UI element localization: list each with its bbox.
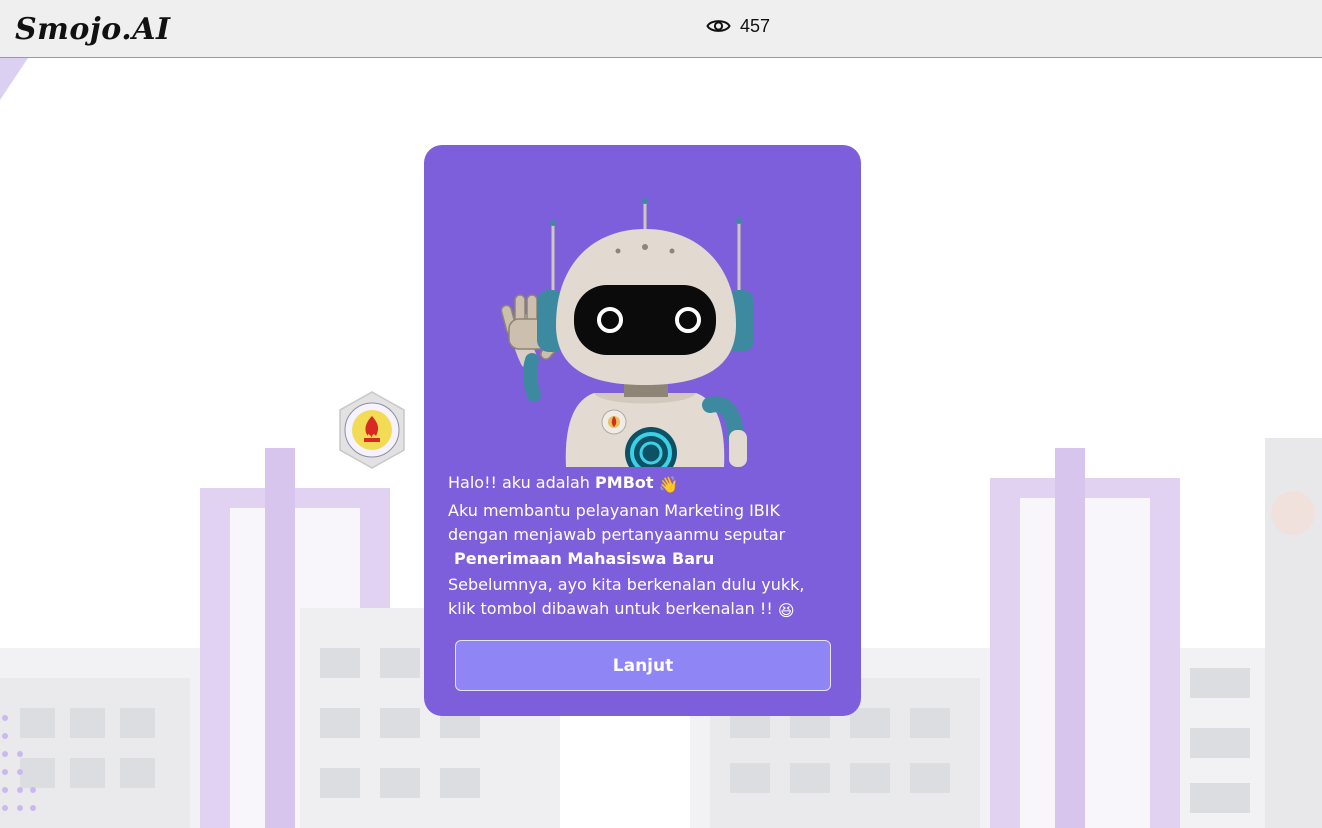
campus-seal-logo — [339, 391, 405, 469]
greeting-text: Halo!! aku adalah — [448, 473, 590, 492]
view-counter: 457 — [706, 14, 770, 38]
description-line-2: dengan menjawab pertanyaanmu seputar — [448, 525, 786, 544]
pmbot-robot-illustration — [500, 198, 754, 467]
eye-icon — [706, 17, 731, 35]
greeting-line: Halo!! aku adalah PMBot 👋 — [448, 471, 843, 497]
waving-hand-icon: 👋 — [658, 475, 679, 494]
view-count: 457 — [740, 15, 771, 36]
lanjut-button[interactable]: Lanjut — [455, 640, 831, 691]
description-line-1: Aku membantu pelayanan Marketing IBIK — [448, 501, 780, 520]
smojo-logo[interactable]: Smojo.AI — [15, 10, 171, 50]
top-bar: Smojo.AI 457 — [0, 0, 1322, 58]
instruction-paragraph: Sebelumnya, ayo kita berkenalan dulu yuk… — [448, 573, 843, 623]
instruction-line-1: Sebelumnya, ayo kita berkenalan dulu yuk… — [448, 575, 805, 594]
welcome-card: Halo!! aku adalah PMBot 👋 Aku membantu p… — [424, 145, 861, 716]
corner-decoration — [0, 58, 28, 100]
laughing-face-icon: 😆 — [777, 601, 795, 620]
description-paragraph: Aku membantu pelayanan Marketing IBIK de… — [448, 499, 843, 571]
bot-name: PMBot — [595, 473, 654, 492]
dot-pattern — [2, 715, 36, 811]
instruction-line-2: klik tombol dibawah untuk berkenalan !! — [448, 599, 773, 618]
intro-message: Halo!! aku adalah PMBot 👋 Aku membantu p… — [448, 471, 843, 625]
topic-highlight: Penerimaan Mahasiswa Baru — [454, 549, 715, 568]
